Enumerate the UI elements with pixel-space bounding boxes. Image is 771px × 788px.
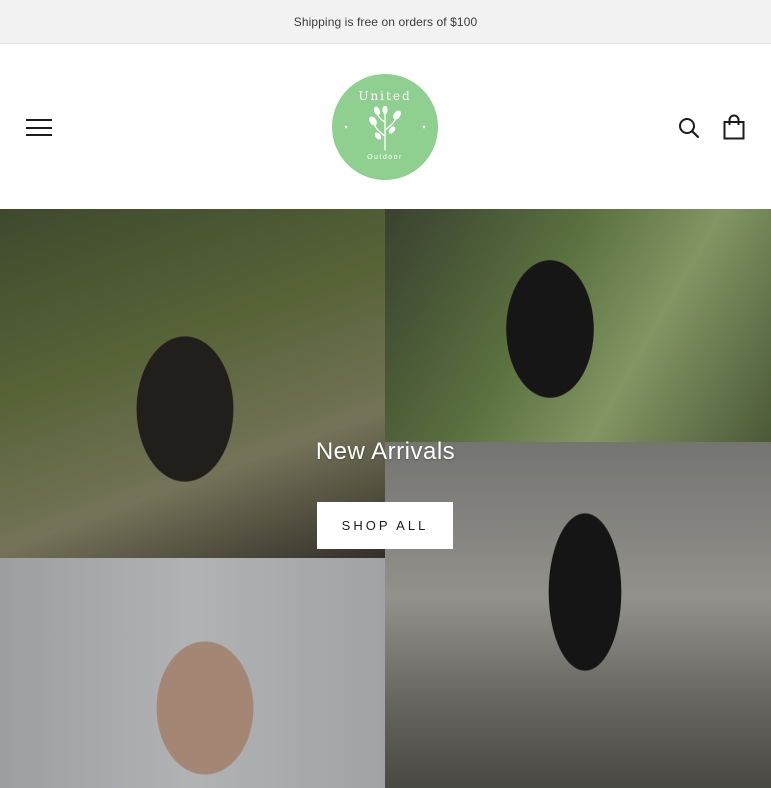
brand-logo[interactable]: United Outdoor — [332, 74, 438, 180]
logo-text-outdoor: Outdoor — [367, 154, 403, 161]
shopping-bag-icon[interactable] — [723, 114, 745, 140]
hero-image-woman-bike — [385, 209, 771, 442]
hero-image-woman-flex — [0, 558, 385, 788]
hamburger-menu-icon[interactable] — [26, 119, 52, 136]
hero-collage — [0, 209, 771, 788]
logo-text-united: United — [358, 89, 412, 103]
search-icon[interactable] — [678, 117, 700, 139]
announcement-text: Shipping is free on orders of $100 — [293, 14, 478, 29]
hero-image-woman-lunge — [385, 442, 771, 788]
announcement-bar: Shipping is free on orders of $100 — [0, 0, 771, 44]
hero-title: New Arrivals — [315, 438, 456, 465]
hero-cta: New Arrivals — [0, 438, 771, 466]
shop-all-button[interactable]: SHOP ALL — [317, 502, 453, 549]
